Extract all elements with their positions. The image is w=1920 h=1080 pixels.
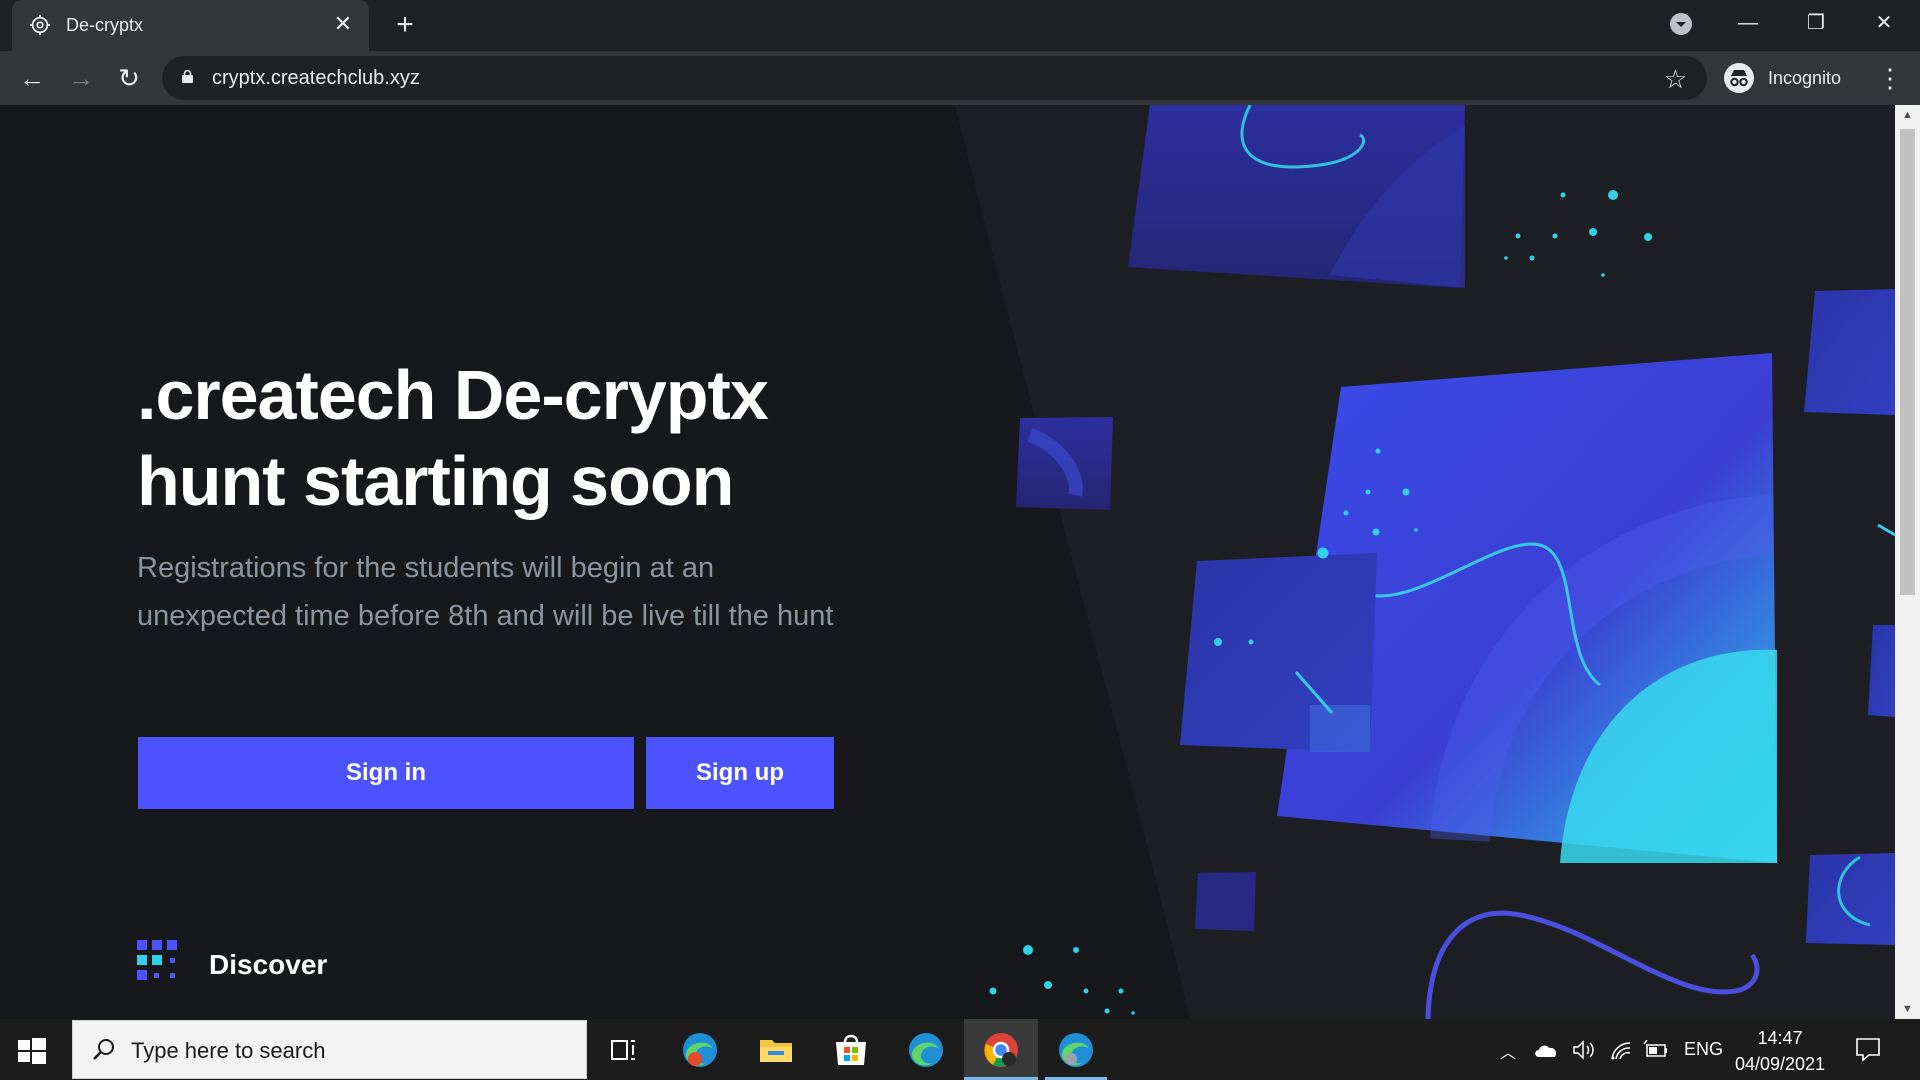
back-button[interactable]: ← (16, 62, 48, 94)
url-text: cryptx.createchclub.xyz (212, 67, 420, 89)
chrome-icon[interactable] (980, 1029, 1022, 1071)
art-panel-small-bottom (1195, 872, 1256, 931)
edge-icon[interactable] (905, 1029, 947, 1071)
notification-center-icon[interactable] (1854, 1035, 1882, 1063)
onedrive-cloud-icon[interactable] (1533, 1041, 1559, 1059)
discover-label: Discover (209, 949, 328, 980)
hero-subtitle: Registrations for the students will begi… (137, 552, 834, 632)
bookmark-star-icon[interactable]: ☆ (1664, 64, 1687, 95)
hero-title: .createch De-cryptx hunt starting soon (137, 352, 837, 524)
page-viewport: .createch De-cryptx hunt starting soon R… (0, 105, 1895, 1019)
art-panel-right-top (1804, 289, 1895, 415)
grid-dots-icon (137, 940, 177, 980)
tab-search-icon[interactable] (1670, 13, 1692, 35)
clock-time: 14:47 (1757, 1028, 1803, 1048)
browser-tab-strip: De-cryptx ✕ + — ❐ ✕ (0, 0, 1920, 51)
microsoft-store-icon[interactable] (830, 1029, 872, 1071)
reload-button[interactable]: ↻ (113, 62, 145, 94)
page-scrollbar[interactable]: ▲ ▼ (1895, 105, 1920, 1019)
task-view-icon[interactable] (603, 1029, 645, 1071)
file-explorer-icon[interactable] (755, 1029, 797, 1071)
close-tab-icon[interactable]: ✕ (331, 12, 355, 36)
search-icon (93, 1039, 114, 1060)
gear-icon (29, 14, 51, 36)
chevron-down-icon (1676, 22, 1686, 27)
browser-toolbar: ← → ↻ cryptx.createchclub.xyz ☆ Incognit… (0, 51, 1920, 105)
search-placeholder: Type here to search (131, 1038, 326, 1063)
sign-in-button[interactable]: Sign in (138, 737, 634, 809)
hero-title-line-1: .createch De-cryptx (137, 356, 769, 434)
restore-button[interactable]: ❐ (1796, 8, 1836, 38)
close-window-button[interactable]: ✕ (1864, 8, 1904, 38)
battery-icon[interactable] (1643, 1040, 1669, 1060)
tab-title: De-cryptx (66, 15, 144, 35)
art-panel-right-bottom (1806, 853, 1895, 945)
scroll-thumb[interactable] (1900, 129, 1915, 595)
volume-icon[interactable] (1571, 1039, 1597, 1061)
new-tab-button[interactable]: + (390, 10, 420, 40)
scroll-down-arrow-icon[interactable]: ▼ (1895, 999, 1920, 1019)
browser-menu-icon[interactable]: ⋮ (1875, 61, 1905, 95)
scroll-up-arrow-icon[interactable]: ▲ (1895, 105, 1920, 125)
address-bar[interactable]: cryptx.createchclub.xyz ☆ (162, 56, 1707, 100)
taskbar-search-input[interactable]: Type here to search (72, 1020, 587, 1079)
show-hidden-icons-chevron-icon[interactable]: ︿ (1500, 1039, 1516, 1063)
art-tile-middle (1310, 705, 1370, 752)
clock-date: 04/09/2021 (1734, 1054, 1826, 1074)
lock-icon (182, 70, 193, 83)
forward-button[interactable]: → (65, 62, 97, 94)
sign-up-button[interactable]: Sign up (646, 737, 834, 809)
edge-profile-icon[interactable] (1055, 1029, 1097, 1071)
edge-canary-icon[interactable] (679, 1029, 721, 1071)
incognito-profile-button[interactable]: Incognito (1720, 59, 1870, 97)
wifi-icon[interactable] (1609, 1039, 1633, 1061)
incognito-label: Incognito (1768, 68, 1842, 88)
minimize-button[interactable]: — (1728, 8, 1768, 38)
taskbar-clock[interactable]: 14:47 04/09/2021 (1730, 1025, 1830, 1077)
tab-de-cryptx[interactable]: De-cryptx ✕ (12, 0, 369, 51)
language-indicator[interactable]: ENG (1684, 1039, 1723, 1060)
incognito-icon (1724, 63, 1754, 93)
windows-taskbar: Type here to search ︿ ENG 14:47 04/09/20… (0, 1019, 1920, 1080)
hero-title-line-2: hunt starting soon (137, 442, 734, 520)
windows-start-icon[interactable] (14, 1033, 48, 1067)
